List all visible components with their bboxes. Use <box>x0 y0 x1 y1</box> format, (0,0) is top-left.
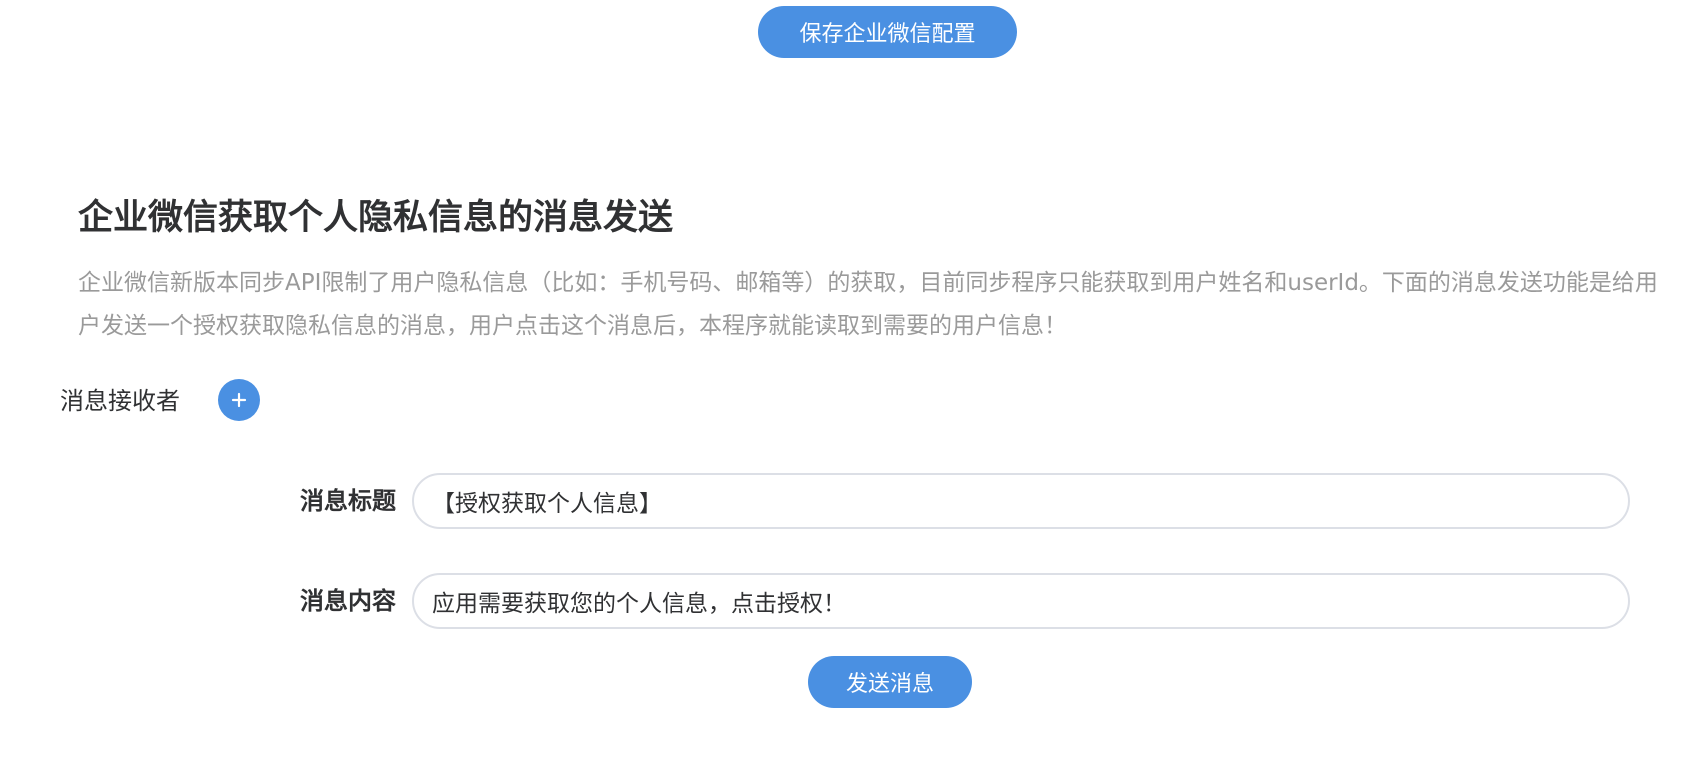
send-message-button[interactable]: 发送消息 <box>808 656 972 708</box>
message-title-label: 消息标题 <box>300 487 396 515</box>
save-wecom-config-button[interactable]: 保存企业微信配置 <box>758 6 1017 58</box>
message-content-label: 消息内容 <box>300 587 396 615</box>
plus-icon <box>231 392 247 408</box>
recipient-label: 消息接收者 <box>60 387 180 415</box>
section-description: 企业微信新版本同步API限制了用户隐私信息（比如：手机号码、邮箱等）的获取，目前… <box>78 270 1658 339</box>
message-content-input[interactable] <box>412 573 1630 629</box>
section-title: 企业微信获取个人隐私信息的消息发送 <box>78 198 674 238</box>
add-recipient-button[interactable] <box>218 379 260 421</box>
message-title-input[interactable] <box>412 473 1630 529</box>
